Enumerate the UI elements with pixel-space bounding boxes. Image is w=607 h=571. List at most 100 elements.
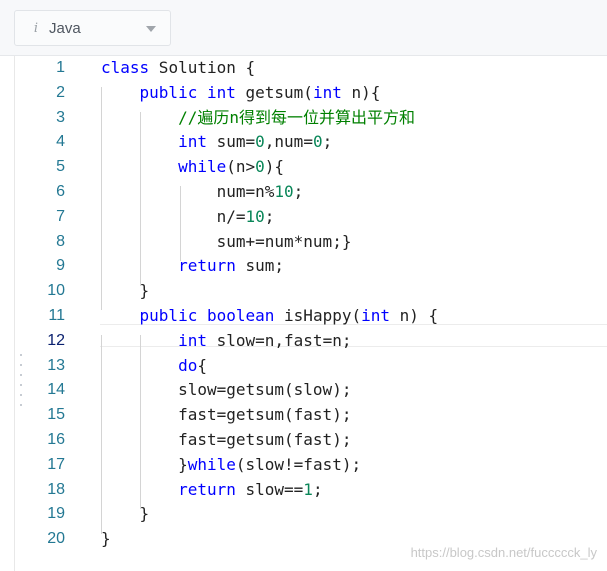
code-token: slow=n,fast=n; <box>206 330 352 350</box>
comment-token: //遍历n得到每一位并算出平方和 <box>178 107 415 127</box>
code-token: getsum( <box>235 82 313 102</box>
number-token: 10 <box>274 182 294 201</box>
code-token: } <box>101 504 150 524</box>
code-text: public int getsum(int n){ <box>101 81 381 106</box>
code-text: int sum=0,num=0; <box>101 130 332 155</box>
code-line[interactable]: 4 int sum=0,num=0; <box>15 130 607 155</box>
code-line[interactable]: 9 return sum; <box>15 254 607 279</box>
keyword-token: int <box>178 132 207 152</box>
keyword-token: boolean <box>206 306 275 325</box>
code-text: fast=getsum(fast); <box>101 403 351 428</box>
keyword-token: return <box>178 479 236 499</box>
code-token: fast=getsum(fast); <box>101 405 352 425</box>
code-text: //遍历n得到每一位并算出平方和 <box>101 106 415 131</box>
keyword-token: public <box>139 306 198 325</box>
code-text: } <box>101 502 150 527</box>
code-line[interactable]: 15 fast=getsum(fast); <box>15 403 607 428</box>
code-line[interactable]: 6 num=n%10; <box>15 180 607 205</box>
keyword-token: do <box>178 355 198 375</box>
code-token: (slow!=fast); <box>235 454 362 474</box>
code-text: fast=getsum(fast); <box>101 428 351 453</box>
code-text: n/=10; <box>101 205 275 230</box>
info-icon: i <box>33 20 39 36</box>
language-select[interactable]: i Java <box>14 10 171 46</box>
code-text: slow=getsum(slow); <box>101 378 351 403</box>
code-line[interactable]: 17 }while(slow!=fast); <box>15 453 607 478</box>
code-text: class Solution { <box>101 56 255 81</box>
number-token: 0 <box>255 132 265 152</box>
line-number: 10 <box>47 282 65 300</box>
code-token: n) { <box>390 306 439 325</box>
code-token: } <box>101 454 188 474</box>
code-line[interactable]: 8 sum+=num*num;} <box>15 230 607 255</box>
code-line[interactable]: 11 public boolean isHappy(int n) { <box>15 304 607 329</box>
code-text: } <box>101 279 150 304</box>
code-text: sum+=num*num;} <box>101 230 352 255</box>
line-number: 9 <box>56 257 65 275</box>
code-line[interactable]: 16 fast=getsum(fast); <box>15 428 607 453</box>
code-token: } <box>101 529 111 549</box>
code-text: num=n%10; <box>101 180 304 205</box>
number-token: 10 <box>245 206 265 226</box>
line-number: 5 <box>56 158 65 176</box>
line-number: 18 <box>47 480 65 498</box>
keyword-token: public <box>139 82 198 102</box>
code-token: } <box>101 281 150 301</box>
language-label: Java <box>49 19 81 37</box>
code-token: isHappy( <box>274 306 362 325</box>
line-number: 4 <box>56 133 65 151</box>
keyword-token: while <box>187 454 236 474</box>
keyword-token: int <box>361 306 391 325</box>
line-number: 8 <box>56 232 65 250</box>
line-number: 15 <box>47 406 65 424</box>
code-editor[interactable]: 1 class Solution {2 public int getsum(int… <box>14 56 607 571</box>
line-number: 3 <box>56 108 65 126</box>
line-number: 1 <box>56 59 65 76</box>
code-line[interactable]: 19 } <box>15 502 607 527</box>
line-number: 13 <box>47 356 65 374</box>
watermark: https://blog.csdn.net/fuccccck_ly <box>410 545 597 560</box>
chevron-down-icon <box>146 26 156 32</box>
code-line[interactable]: 2 public int getsum(int n){ <box>15 81 607 106</box>
code-token: n/= <box>101 206 246 226</box>
code-line[interactable]: 18 return slow==1; <box>15 478 607 503</box>
line-number: 7 <box>56 207 65 225</box>
code-token: { <box>197 355 207 375</box>
code-text: return sum; <box>101 254 284 279</box>
code-line[interactable]: 14 slow=getsum(slow); <box>15 378 607 403</box>
code-token: ,num= <box>264 132 313 152</box>
code-text: int slow=n,fast=n; <box>101 329 351 354</box>
code-line[interactable]: 12 int slow=n,fast=n; <box>15 329 607 354</box>
code-line[interactable]: 5 while(n>0){ <box>15 155 607 180</box>
code-line[interactable]: 3 //遍历n得到每一位并算出平方和 <box>15 106 607 131</box>
line-number: 2 <box>56 83 65 101</box>
code-token: ; <box>264 206 275 226</box>
code-token: ; <box>322 132 333 152</box>
number-token: 1 <box>303 479 313 499</box>
code-line[interactable]: 7 n/=10; <box>15 205 607 230</box>
keyword-token: int <box>178 330 207 350</box>
code-line[interactable]: 1 class Solution { <box>15 56 607 81</box>
code-line[interactable]: 10 } <box>15 279 607 304</box>
line-number: 17 <box>47 455 65 473</box>
code-line[interactable]: 13 do{ <box>15 354 607 379</box>
editor-toolbar: i Java <box>0 0 607 56</box>
code-token: (n> <box>226 157 256 177</box>
code-token: ; <box>312 479 323 499</box>
code-text: while(n>0){ <box>101 155 284 180</box>
code-token: slow== <box>235 479 304 499</box>
code-token: sum; <box>235 256 285 276</box>
code-token: ; <box>293 182 304 201</box>
line-number: 6 <box>56 183 65 200</box>
code-token: slow=getsum(slow); <box>101 380 352 400</box>
